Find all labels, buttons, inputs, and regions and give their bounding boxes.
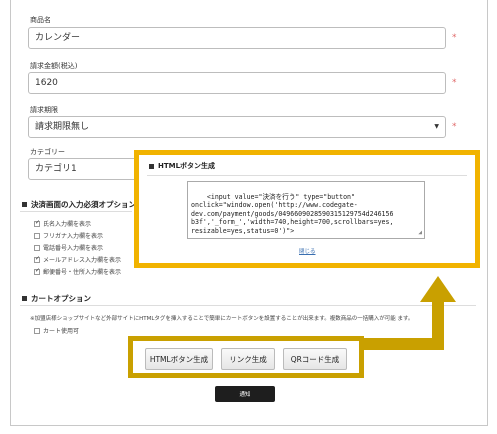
cart-option-heading: カートオプション [22,293,91,304]
qr-code-generate-button[interactable]: QRコード生成 [283,348,347,370]
required-mark: * [452,33,457,43]
amount-label: 請求金額(税込) [30,62,78,70]
close-link[interactable]: 閉じる [299,247,316,255]
html-code-text: <input value="決済を行う" type="button" oncli… [191,192,394,235]
section-square-icon [22,202,27,207]
deadline-select-value: 請求期限無し [35,122,90,132]
deadline-select[interactable]: 請求期限無し ▼ [28,116,446,138]
checkbox-row[interactable]: 郵便番号・住所入力欄を表示 [34,267,121,276]
dropdown-arrow-icon: ▼ [434,123,439,130]
html-code-textarea[interactable]: <input value="決済を行う" type="button" oncli… [187,181,425,239]
generate-buttons-box: HTMLボタン生成 リンク生成 QRコード生成 [128,336,364,378]
required-mark: * [452,78,457,88]
checkbox-row[interactable]: フリガナ入力欄を表示 [34,231,103,240]
html-button-popup: HTMLボタン生成 <input value="決済を行う" type="but… [134,150,480,268]
checkbox[interactable] [34,327,40,334]
checkbox-row[interactable]: 電話番号入力欄を表示 [34,243,103,252]
deadline-label: 請求期限 [30,106,58,114]
checkbox[interactable] [34,219,40,227]
category-label: カテゴリー [30,148,65,156]
required-mark: * [452,122,457,132]
checkbox[interactable] [34,267,40,275]
link-generate-button[interactable]: リンク生成 [221,348,275,370]
product-name-input[interactable]: カレンダー [28,27,446,49]
product-name-label: 商品名 [30,16,51,24]
checkbox[interactable] [34,244,40,251]
checkbox[interactable] [34,255,40,263]
amount-input[interactable]: 1620 [28,72,446,94]
cart-option-note: ※加盟店様ショップサイトなど外部サイトにHTMLタグを挿入することで簡単にカート… [30,316,414,322]
section-square-icon [22,296,27,301]
divider [147,175,467,176]
checkbox-row[interactable]: メールアドレス入力欄を表示 [34,255,121,264]
checkbox-row[interactable]: 氏名入力欄を表示 [34,219,91,228]
up-arrow-icon [364,276,456,350]
checkbox-row[interactable]: カート使用可 [34,326,79,335]
category-select[interactable]: カテゴリ1 [28,158,138,180]
payment-options-heading: 決済画面の入力必須オプション [22,199,136,210]
update-button[interactable]: 通知 [215,386,275,402]
section-square-icon [149,163,154,169]
resize-grip-icon[interactable]: ◢ [418,229,422,238]
checkbox[interactable] [34,232,40,239]
popup-title: HTMLボタン生成 [149,161,215,171]
html-button-generate[interactable]: HTMLボタン生成 [145,348,213,370]
divider [20,211,132,212]
